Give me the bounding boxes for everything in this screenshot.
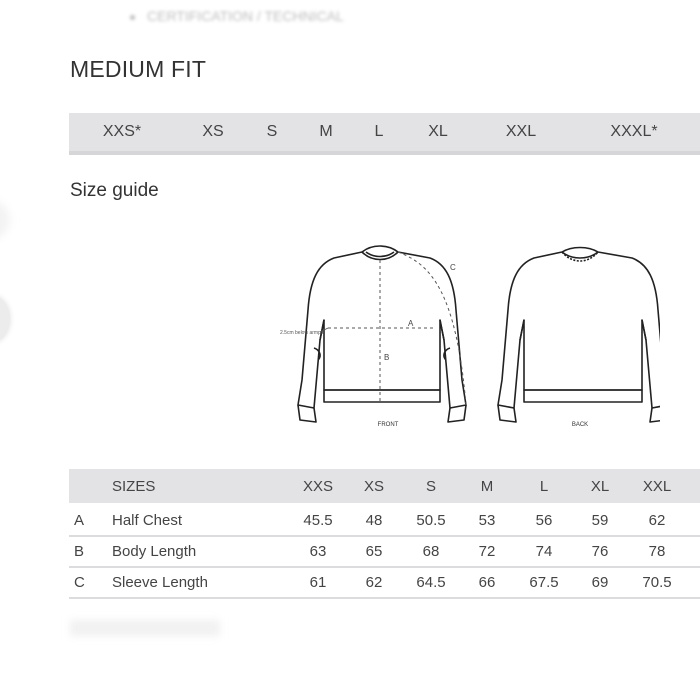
page-title: MEDIUM FIT [70,56,207,82]
cell-value: 70.5 [642,574,672,591]
sizes-header-label: SIZES [112,478,156,495]
table-size-xs: XS [363,478,385,495]
cell-value: 72 [478,543,496,560]
cell-value: 74 [535,543,553,560]
blurred-bullet-line: CERTIFICATION / TECHNICAL [130,8,610,26]
row-label: Sleeve Length [112,574,208,591]
size-option-xxxl[interactable]: XXXL* [610,123,657,141]
table-row-body-length: B Body Length 63 65 68 72 74 76 78 [69,536,700,568]
cell-value: 56 [535,512,553,529]
cell-value: 53 [478,512,496,529]
carousel-prev-button[interactable] [0,296,10,342]
cell-value: 67.5 [529,574,559,591]
cell-value: 65 [365,543,383,560]
size-option-xxs[interactable]: XXS* [103,123,141,141]
bullet-text: CERTIFICATION / TECHNICAL [147,8,344,24]
cell-value: 50.5 [416,512,446,529]
table-size-l: L [539,478,549,495]
armpit-note: 2.5cm below armpit [280,330,324,336]
row-key: A [74,512,85,529]
row-key: C [74,574,85,591]
cell-value: 45.5 [303,512,333,529]
blurred-footer-text [70,620,220,636]
cell-value: 62 [648,512,666,529]
size-option-xs[interactable]: XS [202,123,223,141]
cell-value: 78 [648,543,666,560]
cell-value: 48 [365,512,383,529]
carousel-edge-shadow [0,200,10,240]
cell-value: 76 [591,543,609,560]
cell-value: 59 [591,512,609,529]
cell-value: 68 [422,543,440,560]
table-size-xxl: XXL [642,478,672,495]
cell-value: 61 [309,574,327,591]
table-row-sleeve-length: C Sleeve Length 61 62 64.5 66 67.5 69 70… [69,567,700,599]
cell-value: 69 [591,574,609,591]
size-option-xxl[interactable]: XXL [506,123,536,141]
bullet-dot [130,14,135,20]
size-option-m[interactable]: M [319,123,332,141]
measure-letter-a: A [408,319,414,328]
table-size-xxs: XXS [302,478,334,495]
row-label: Body Length [112,543,197,560]
front-label: FRONT [378,422,399,428]
row-key: B [74,543,85,560]
cell-value: 66 [478,574,496,591]
table-size-xl: XL [590,478,610,495]
row-label: Half Chest [112,512,183,529]
back-label: BACK [572,422,588,428]
size-option-s[interactable]: S [267,123,278,141]
size-selector-band: XXS* XS S M L XL XXL XXXL* [69,113,700,155]
size-guide-title: Size guide [70,180,159,201]
measure-letter-b: B [384,353,389,362]
table-row-half-chest: A Half Chest 45.5 48 50.5 53 56 59 62 [69,505,700,537]
cell-value: 63 [309,543,327,560]
measurement-diagram-svg: B A C 2.5cm below armpit FRONT BACK [280,245,669,428]
size-table-header: SIZES XXS XS S M L XL XXL [69,469,700,503]
measure-letter-c: C [450,263,456,272]
cell-value: 64.5 [416,574,446,591]
cell-value: 62 [365,574,383,591]
table-size-m: M [480,478,494,495]
table-size-s: S [425,478,437,495]
sweatshirt-diagram: B A C 2.5cm below armpit FRONT BACK [280,230,669,440]
size-option-xl[interactable]: XL [428,123,448,141]
size-option-l[interactable]: L [375,123,384,141]
